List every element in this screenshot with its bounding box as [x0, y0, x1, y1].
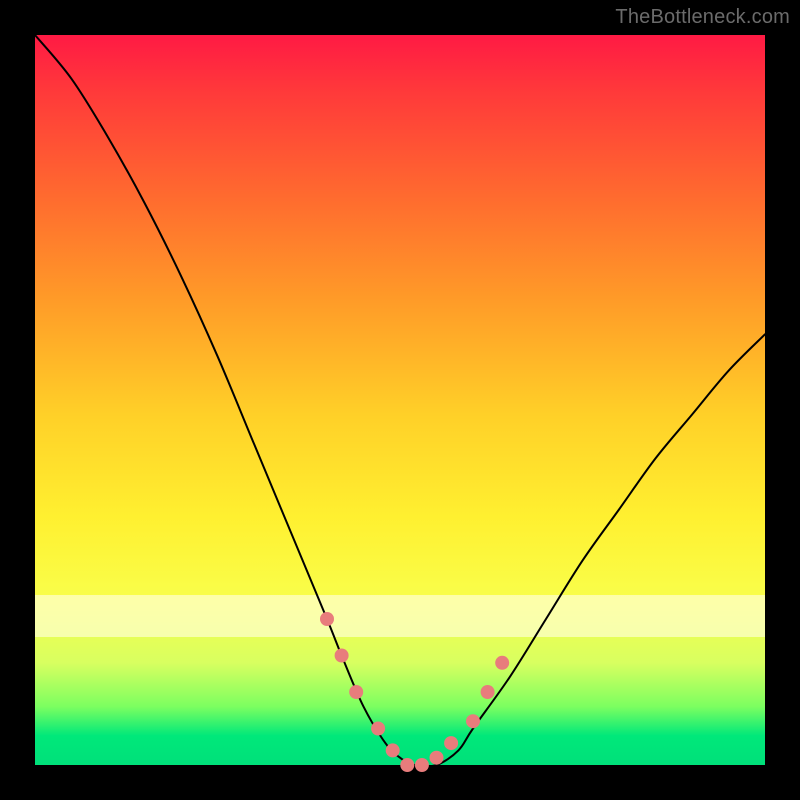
marker-dot [444, 736, 458, 750]
marker-dot [320, 612, 334, 626]
marker-dot [400, 758, 414, 772]
curve-layer [35, 35, 765, 765]
marker-dot [349, 685, 363, 699]
marker-dot [386, 743, 400, 757]
marker-group [320, 612, 509, 772]
bottleneck-curve [35, 35, 765, 766]
marker-dot [430, 751, 444, 765]
marker-dot [415, 758, 429, 772]
marker-dot [335, 649, 349, 663]
marker-dot [495, 656, 509, 670]
marker-dot [481, 685, 495, 699]
chart-stage: TheBottleneck.com [0, 0, 800, 800]
watermark-text: TheBottleneck.com [615, 6, 790, 29]
marker-dot [466, 714, 480, 728]
plot-area [35, 35, 765, 765]
marker-dot [371, 722, 385, 736]
